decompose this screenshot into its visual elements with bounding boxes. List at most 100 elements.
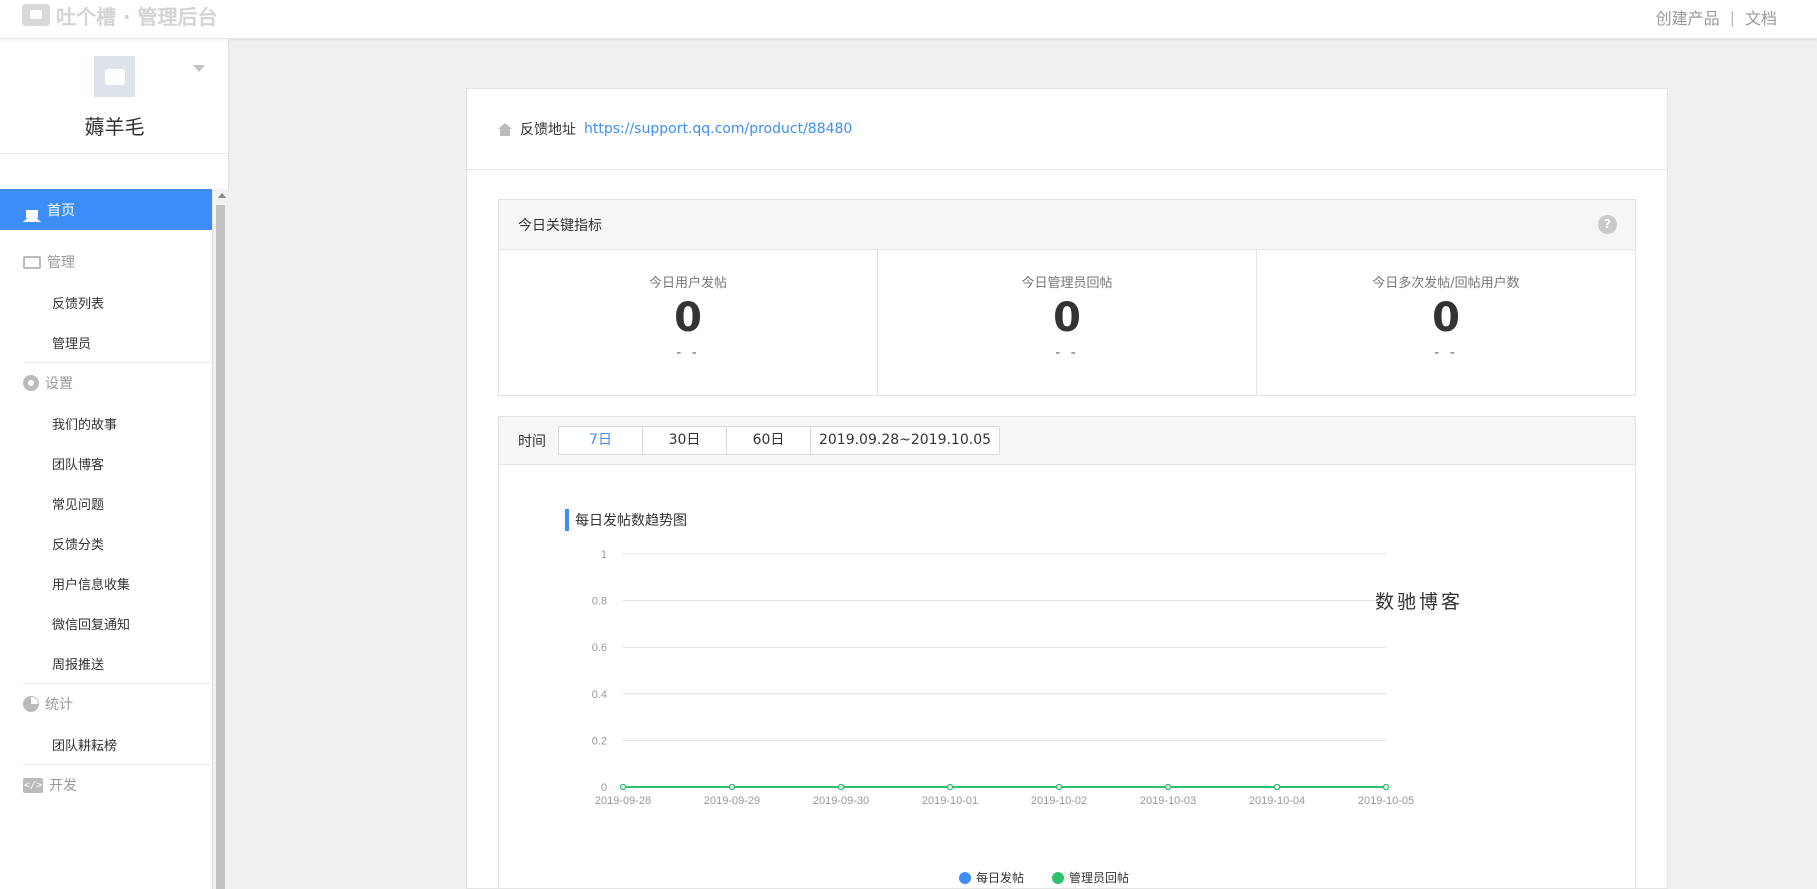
scrollbar-thumb[interactable] <box>216 205 225 889</box>
profile-section: 薅羊毛 <box>0 39 228 154</box>
docs-link[interactable]: 文档 <box>1745 5 1777 29</box>
kpi-value: 0 <box>1432 295 1460 341</box>
y-tick-label: 0.4 <box>592 689 607 701</box>
profile-name: 薅羊毛 <box>84 115 145 139</box>
tray-icon <box>23 255 41 269</box>
x-tick-label: 2019-10-04 <box>1249 795 1305 807</box>
legend-item[interactable]: 管理员回帖 <box>1052 869 1129 886</box>
chart-legend: 每日发帖 管理员回帖 <box>959 869 1129 886</box>
range-30d-button[interactable]: 30日 <box>643 427 727 454</box>
scroll-up-arrow-icon[interactable] <box>218 193 226 198</box>
code-icon: </> <box>23 777 43 793</box>
avatar-placeholder-icon <box>104 68 125 85</box>
feedback-address-label: 反馈地址 <box>520 122 576 138</box>
app-logo[interactable]: 吐个槽 · 管理后台 <box>22 2 218 29</box>
time-filter-label: 时间 <box>518 433 546 450</box>
kpi-value: 0 <box>674 295 702 341</box>
data-point <box>946 783 954 791</box>
y-tick-label: 1 <box>601 549 607 561</box>
sidebar-group-dev[interactable]: </> 开发 <box>0 765 212 805</box>
x-tick-label: 2019-10-01 <box>922 795 978 807</box>
chart-title-text: 每日发帖数趋势图 <box>575 513 687 529</box>
kpi-user-posts: 今日用户发帖 0 - - <box>499 250 878 396</box>
watermark-text: 数驰博客 <box>1375 591 1464 613</box>
legend-dot-icon <box>1052 871 1065 884</box>
y-tick-label: 0.2 <box>592 735 607 747</box>
kpi-header: 今日关键指标 ? <box>499 200 1635 250</box>
time-range-selector: 7日 30日 60日 2019.09.28~2019.10.05 <box>558 426 1000 455</box>
top-links-separator: | <box>1729 7 1735 27</box>
house-icon <box>498 122 512 136</box>
home-icon <box>23 197 41 222</box>
sidebar-item-team-blog[interactable]: 团队博客 <box>0 443 212 483</box>
sidebar-group-manage[interactable]: 管理 <box>0 242 212 282</box>
sidebar-item-our-story[interactable]: 我们的故事 <box>0 403 212 443</box>
top-links: 创建产品 | 文档 <box>1656 5 1777 29</box>
legend-item[interactable]: 每日发帖 <box>959 869 1024 886</box>
sidebar: 薅羊毛 首页 管理 反馈列表 管理员 设置 我们的故事 团队博客 常见问题 反馈… <box>0 39 229 889</box>
avatar[interactable] <box>94 56 135 97</box>
chart-title: 每日发帖数趋势图 <box>565 509 687 531</box>
feedback-address-bar: 反馈地址 https://support.qq.com/product/8848… <box>467 89 1667 170</box>
x-tick-label: 2019-09-28 <box>595 795 651 807</box>
sidebar-item-weekly-report[interactable]: 周报推送 <box>0 643 212 683</box>
sidebar-group-settings[interactable]: 设置 <box>0 363 212 403</box>
sidebar-item-feedback-category[interactable]: 反馈分类 <box>0 523 212 563</box>
range-7d-button[interactable]: 7日 <box>559 427 643 454</box>
kpi-row: 今日用户发帖 0 - - 今日管理员回帖 0 - - 今日多次发帖/回帖用户数 … <box>499 250 1635 396</box>
kpi-label: 今日管理员回帖 <box>1021 276 1113 291</box>
data-point <box>1055 783 1063 791</box>
kpi-card: 今日关键指标 ? 今日用户发帖 0 - - 今日管理员回帖 0 - - 今日多次… <box>498 199 1636 396</box>
logo-text: 吐个槽 · 管理后台 <box>56 4 218 29</box>
x-tick-label: 2019-09-29 <box>704 795 760 807</box>
sidebar-item-feedback-list[interactable]: 反馈列表 <box>0 282 212 322</box>
feedback-address-link[interactable]: https://support.qq.com/product/88480 <box>584 121 852 137</box>
sidebar-group-stats[interactable]: 统计 <box>0 684 212 724</box>
sidebar-item-faq[interactable]: 常见问题 <box>0 483 212 523</box>
range-60d-button[interactable]: 60日 <box>727 427 811 454</box>
time-filter-bar: 时间 7日 30日 60日 2019.09.28~2019.10.05 <box>499 417 1635 465</box>
legend-label: 每日发帖 <box>976 871 1025 885</box>
help-icon[interactable]: ? <box>1598 215 1617 234</box>
pie-chart-icon <box>23 696 39 712</box>
kpi-change: - - <box>1434 345 1458 361</box>
y-tick-label: 0.8 <box>592 596 607 608</box>
trend-line-chart: 1 0.8 0.6 0.4 0.2 02019-09-28 2019-09-29 2019-0… <box>592 549 1414 807</box>
data-point <box>1164 783 1172 791</box>
create-product-link[interactable]: 创建产品 <box>1656 5 1720 29</box>
sidebar-item-home[interactable]: 首页 <box>0 189 212 230</box>
sidebar-item-label: 首页 <box>47 202 75 219</box>
sidebar-group-label: 设置 <box>45 376 73 392</box>
chevron-down-icon[interactable] <box>193 65 205 72</box>
kpi-repeat-users: 今日多次发帖/回帖用户数 0 - - <box>1257 250 1635 396</box>
data-point <box>619 783 627 791</box>
sidebar-group-label: 开发 <box>49 778 77 794</box>
sidebar-item-user-info[interactable]: 用户信息收集 <box>0 563 212 603</box>
sidebar-group-label: 统计 <box>45 697 73 713</box>
chart-title-accent <box>565 509 569 531</box>
date-range-picker[interactable]: 2019.09.28~2019.10.05 <box>811 427 999 454</box>
x-tick-label: 2019-10-03 <box>1140 795 1196 807</box>
kpi-title: 今日关键指标 <box>518 217 602 234</box>
kpi-change: - - <box>1055 345 1079 361</box>
legend-dot-icon <box>959 871 971 884</box>
data-point <box>728 783 736 791</box>
x-tick-label: 2019-10-02 <box>1031 795 1087 807</box>
trend-card: 时间 7日 30日 60日 2019.09.28~2019.10.05 每日发帖… <box>498 416 1636 889</box>
kpi-admin-replies: 今日管理员回帖 0 - - <box>878 250 1257 396</box>
sidebar-item-admins[interactable]: 管理员 <box>0 322 212 362</box>
data-point <box>1382 783 1390 791</box>
gear-icon <box>23 375 39 391</box>
x-tick-label: 2019-10-05 <box>1358 795 1414 807</box>
sidebar-item-team-ranking[interactable]: 团队耕耘榜 <box>0 724 212 764</box>
y-tick-label: 0 <box>601 782 607 794</box>
legend-label: 管理员回帖 <box>1069 871 1130 885</box>
kpi-value: 0 <box>1053 295 1081 341</box>
top-bar: 吐个槽 · 管理后台 创建产品 | 文档 <box>0 0 1817 39</box>
x-tick-label: 2019-09-30 <box>813 795 869 807</box>
kpi-label: 今日用户发帖 <box>648 276 727 291</box>
sidebar-scrollbar[interactable] <box>212 189 229 889</box>
main-panel: 反馈地址 https://support.qq.com/product/8848… <box>466 88 1668 889</box>
sidebar-item-wechat-notify[interactable]: 微信回复通知 <box>0 603 212 643</box>
data-point <box>837 783 845 791</box>
